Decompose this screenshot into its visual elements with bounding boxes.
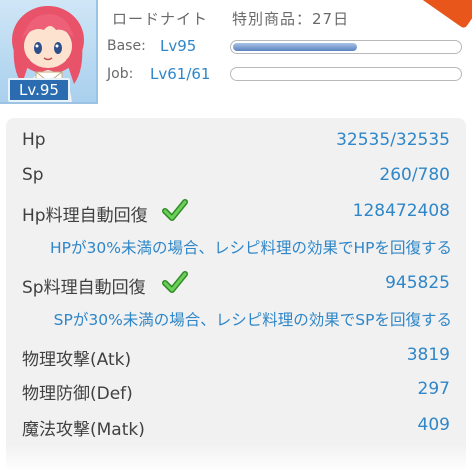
stats-panel: Hp 32535/32535 Sp 260/780 Hp料理自動回復 12847… — [6, 118, 466, 470]
hp-value: 32535/32535 — [336, 130, 450, 150]
stat-row-hp: Hp 32535/32535 — [6, 123, 466, 159]
base-level-value: Lv95 — [160, 37, 197, 55]
scroll-fade — [6, 444, 466, 470]
avatar-level-badge: Lv.95 — [8, 78, 70, 102]
job-name: ロードナイト — [112, 10, 209, 28]
job-level-value: Lv61/61 — [150, 65, 211, 83]
stat-row-def: 物理防御(Def) 297 — [6, 372, 466, 408]
character-header: Lv.95 ロードナイト 特別商品：27日 Base: Lv95 Job: Lv… — [0, 0, 472, 112]
matk-value: 409 — [417, 415, 450, 435]
hp-auto-recovery-label: Hp料理自動回復 — [22, 206, 148, 226]
stat-row-matk: 魔法攻撃(Matk) 409 — [6, 408, 466, 444]
job-label: Job: — [107, 66, 134, 82]
atk-label: 物理攻撃(Atk) — [22, 350, 132, 370]
sp-label: Sp — [22, 165, 44, 185]
base-label: Base: — [107, 38, 146, 54]
hp-auto-recovery-value: 128472408 — [352, 201, 450, 221]
base-exp-bar — [230, 40, 462, 54]
character-avatar[interactable]: Lv.95 — [0, 0, 98, 104]
sp-value: 260/780 — [379, 165, 450, 185]
job-exp-bar — [230, 67, 462, 81]
matk-label: 魔法攻撃(Matk) — [22, 420, 145, 440]
stat-row-sp-auto-recovery: Sp料理自動回復 945825 — [6, 266, 466, 302]
sp-auto-checkmark-icon[interactable] — [162, 270, 188, 294]
stat-row-sp: Sp 260/780 — [6, 158, 466, 194]
hp-auto-checkmark-icon[interactable] — [162, 198, 188, 222]
sp-auto-recovery-note: SPが30%未満の場合、レシピ料理の効果でSPを回復する — [53, 311, 452, 329]
hp-auto-recovery-note: HPが30%未満の場合、レシピ料理の効果でHPを回復する — [50, 239, 452, 257]
stat-row-hp-auto-recovery: Hp料理自動回復 128472408 — [6, 194, 466, 230]
base-exp-fill — [233, 43, 358, 51]
def-label: 物理防御(Def) — [22, 384, 133, 404]
special-item-status: 特別商品：27日 — [232, 10, 350, 28]
atk-value: 3819 — [406, 345, 450, 365]
stat-row-atk: 物理攻撃(Atk) 3819 — [6, 338, 466, 374]
sp-auto-recovery-label: Sp料理自動回復 — [22, 278, 146, 298]
hp-label: Hp — [22, 130, 46, 150]
sp-auto-recovery-value: 945825 — [385, 273, 450, 293]
corner-ribbon — [407, 0, 472, 30]
def-value: 297 — [417, 379, 450, 399]
